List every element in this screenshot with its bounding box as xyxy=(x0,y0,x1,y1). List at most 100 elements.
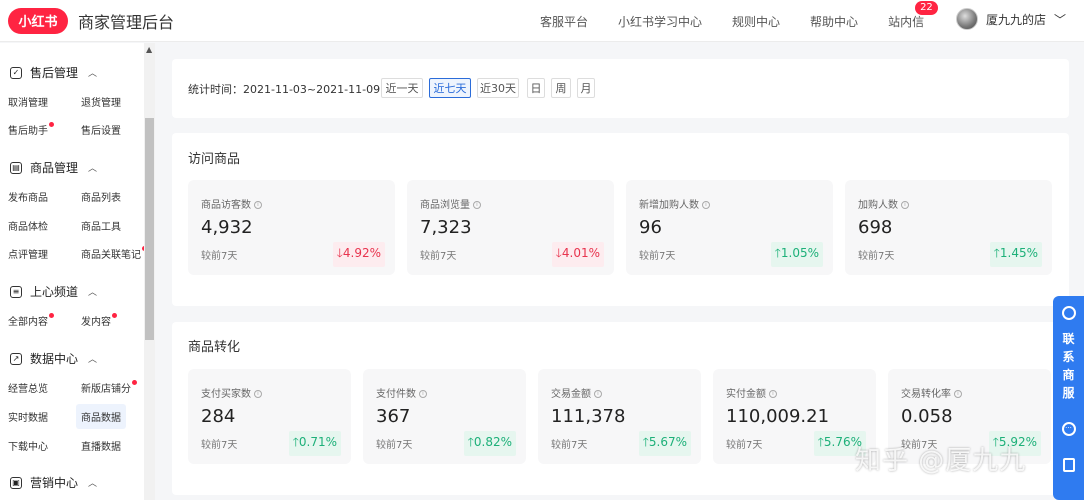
sidebar-item-live-data[interactable]: 直播数据 xyxy=(81,438,121,453)
range-30-days-button[interactable]: 近30天 xyxy=(477,78,519,98)
nav-learning-center[interactable]: 小红书学习中心 xyxy=(618,13,702,30)
info-icon[interactable]: i xyxy=(419,390,427,398)
metric-label: 新增加购人数 i xyxy=(639,196,710,211)
user-menu[interactable]: 厦九九的店 ﹀ xyxy=(956,8,1066,30)
top-nav: 客服平台 小红书学习中心 规则中心 帮助中心 站内信 22 xyxy=(540,0,954,42)
sidebar-item-publish-product[interactable]: 发布商品 xyxy=(8,189,48,204)
range-week-button[interactable]: 周 xyxy=(551,78,571,98)
nav-rules-center[interactable]: 规则中心 xyxy=(732,13,780,30)
sidebar-item-product-list[interactable]: 商品列表 xyxy=(81,189,121,204)
contact-service-button[interactable]: 联系商服 ··· xyxy=(1053,296,1084,500)
metric-compare-label: 较前7天 xyxy=(420,251,457,262)
chat-icon[interactable]: ··· xyxy=(1061,422,1076,436)
info-icon[interactable]: i xyxy=(254,390,262,398)
range-1-day-button[interactable]: 近一天 xyxy=(381,78,423,98)
sidebar-item-product-data[interactable]: 商品数据 xyxy=(76,404,126,429)
sidebar-item-all-content[interactable]: 全部内容 xyxy=(8,313,54,328)
group-title: 上心频道 xyxy=(30,285,79,299)
chevron-up-icon: ︿ xyxy=(88,355,98,365)
sidebar-item-returns[interactable]: 退货管理 xyxy=(81,94,121,109)
metric-label-text: 支付买家数 xyxy=(201,389,251,400)
metric-change: 🡑0.82% xyxy=(463,431,516,456)
info-icon[interactable]: i xyxy=(594,390,602,398)
product-box-icon: ▤ xyxy=(10,161,22,174)
sidebar-group-data-center[interactable]: ↗ 数据中心 ︿ xyxy=(10,350,97,367)
sidebar-item-store-score[interactable]: 新版店铺分 xyxy=(81,380,137,395)
sidebar-group-channel[interactable]: ≡ 上心频道 ︿ xyxy=(10,283,97,300)
metric-label-text: 支付件数 xyxy=(376,389,416,400)
metric-card: 实付金额 i 110,009.21 较前7天 🡑5.76% xyxy=(713,369,876,464)
document-icon[interactable] xyxy=(1062,458,1075,472)
sidebar-group-after-sales[interactable]: ✓ 售后管理 ︿ xyxy=(10,64,97,81)
new-dot xyxy=(49,122,54,127)
new-dot xyxy=(112,313,117,318)
metric-change: 🡑1.45% xyxy=(989,242,1042,267)
metric-change-value: 1.45% xyxy=(999,246,1038,260)
sidebar-item-product-notes[interactable]: 商品关联笔记 xyxy=(81,246,147,261)
sidebar-item-realtime-data[interactable]: 实时数据 xyxy=(8,409,48,424)
sidebar-item-reviews[interactable]: 点评管理 xyxy=(8,246,48,261)
sidebar-item-cancel[interactable]: 取消管理 xyxy=(8,94,48,109)
nav-inbox-label: 站内信 xyxy=(888,14,925,29)
metric-value: 367 xyxy=(376,406,411,427)
sidebar-item-product-check[interactable]: 商品体检 xyxy=(8,218,48,233)
group-title: 营销中心 xyxy=(30,476,79,490)
sidebar-item-overview[interactable]: 经营总览 xyxy=(8,380,48,395)
chevron-up-icon: ︿ xyxy=(88,479,98,489)
info-icon[interactable]: i xyxy=(954,390,962,398)
sidebar-scrollbar[interactable]: ▲ xyxy=(144,43,155,500)
group-title: 数据中心 xyxy=(30,352,79,366)
metric-card: 加购人数 i 698 较前7天 🡑1.45% xyxy=(845,180,1052,275)
metric-compare-label: 较前7天 xyxy=(726,440,763,451)
sidebar-group-marketing[interactable]: ▣ 营销中心 ︿ xyxy=(10,474,97,491)
sidebar-item-post-content[interactable]: 发内容 xyxy=(81,313,117,328)
sidebar-item-download-center[interactable]: 下载中心 xyxy=(8,438,48,453)
nav-inbox[interactable]: 站内信 22 xyxy=(888,0,938,30)
new-dot xyxy=(132,380,137,385)
shield-check-icon: ✓ xyxy=(10,66,22,79)
sidebar-item-product-tools[interactable]: 商品工具 xyxy=(81,218,121,233)
top-header: 小红书 商家管理后台 客服平台 小红书学习中心 规则中心 帮助中心 站内信 22… xyxy=(0,0,1084,42)
metric-value: 7,323 xyxy=(420,217,472,238)
sidebar-item-after-sales-assistant[interactable]: 售后助手 xyxy=(8,122,54,137)
metric-label: 交易金额 i xyxy=(551,385,602,400)
metric-change-value: 5.67% xyxy=(648,435,687,449)
range-day-button[interactable]: 日 xyxy=(527,78,545,98)
metric-change: 🡑0.71% xyxy=(288,431,341,456)
metric-value: 284 xyxy=(201,406,236,427)
watermark: 知乎 @厦九九 xyxy=(855,446,1027,476)
section-title: 商品转化 xyxy=(188,340,241,355)
filter-card: 统计时间：2021-11-03~2021-11-09 近一天 近七天 近30天 … xyxy=(172,59,1069,118)
metric-label: 交易转化率 i xyxy=(901,385,962,400)
sidebar-group-products[interactable]: ▤ 商品管理 ︿ xyxy=(10,159,97,176)
metric-change: 🡑1.05% xyxy=(770,242,823,267)
metric-compare-label: 较前7天 xyxy=(201,440,238,451)
range-7-days-button[interactable]: 近七天 xyxy=(429,78,471,98)
item-label: 发内容 xyxy=(81,317,111,328)
info-icon[interactable]: i xyxy=(901,201,909,209)
scrollbar-thumb[interactable] xyxy=(145,118,154,340)
section-title: 访问商品 xyxy=(188,152,241,167)
app-title: 商家管理后台 xyxy=(78,12,175,32)
info-icon[interactable]: i xyxy=(769,390,777,398)
metric-label-text: 交易转化率 xyxy=(901,389,951,400)
info-icon[interactable]: i xyxy=(473,201,481,209)
metric-card: 新增加购人数 i 96 较前7天 🡑1.05% xyxy=(626,180,833,275)
scroll-up-arrow-icon[interactable]: ▲ xyxy=(146,45,152,54)
metric-label: 商品浏览量 i xyxy=(420,196,481,211)
metric-label: 加购人数 i xyxy=(858,196,909,211)
metric-compare-label: 较前7天 xyxy=(376,440,413,451)
brand-logo[interactable]: 小红书 xyxy=(8,7,68,34)
info-icon[interactable]: i xyxy=(702,201,710,209)
avatar xyxy=(956,8,978,30)
nav-help-center[interactable]: 帮助中心 xyxy=(810,13,858,30)
metric-change-value: 0.82% xyxy=(473,435,512,449)
range-month-button[interactable]: 月 xyxy=(577,78,595,98)
new-dot xyxy=(49,313,54,318)
item-label: 商品关联笔记 xyxy=(81,250,141,261)
item-label: 全部内容 xyxy=(8,317,48,328)
sidebar-item-after-sales-settings[interactable]: 售后设置 xyxy=(81,122,121,137)
nav-customer-service[interactable]: 客服平台 xyxy=(540,13,588,30)
info-icon[interactable]: i xyxy=(254,201,262,209)
metric-label-text: 新增加购人数 xyxy=(639,200,699,211)
